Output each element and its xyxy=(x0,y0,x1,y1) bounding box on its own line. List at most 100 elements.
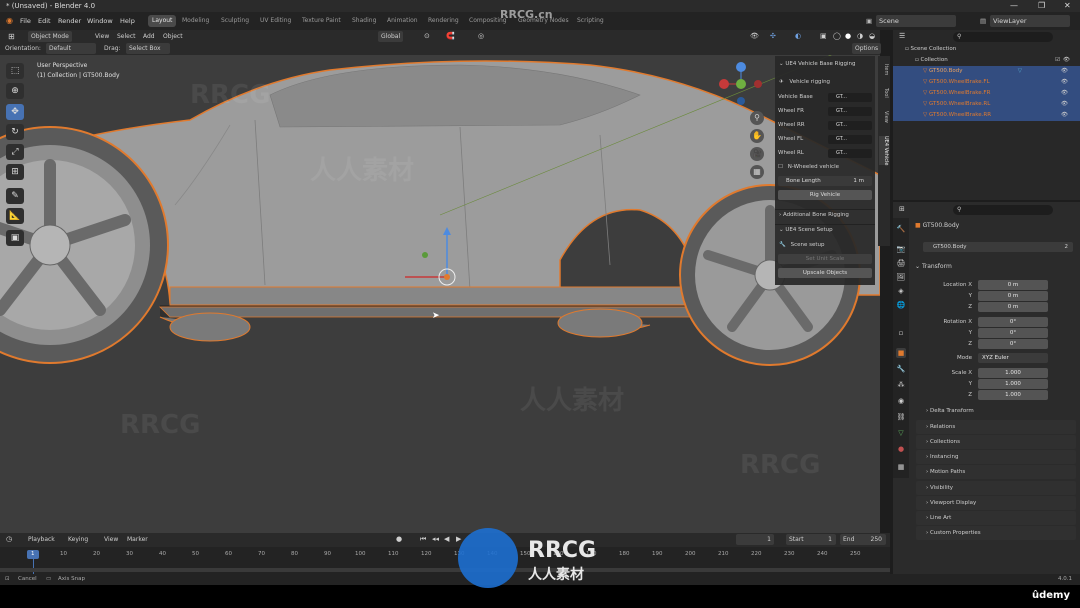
menu-help[interactable]: Help xyxy=(120,12,135,30)
tab-rendering[interactable]: Rendering xyxy=(424,15,463,27)
material-shading-icon[interactable]: ◑ xyxy=(857,31,863,42)
section-viewport-display[interactable]: › Viewport Display xyxy=(916,496,1076,510)
delta-transform-section[interactable]: › Delta Transform xyxy=(926,408,974,414)
wheel-rl-field[interactable]: GT... xyxy=(828,149,872,158)
wireframe-shading-icon[interactable]: ◯ xyxy=(833,31,841,42)
proportional-edit-icon[interactable]: ◎ xyxy=(478,31,484,42)
menu-file[interactable]: File xyxy=(20,12,31,30)
outliner-collection[interactable]: ▫ Collection ☑ 👁 xyxy=(893,55,1080,66)
xray-icon[interactable]: ▣ xyxy=(820,31,827,42)
eye-icon[interactable]: 👁 xyxy=(1061,77,1068,88)
checkbox-icon[interactable]: ☑ xyxy=(1055,55,1060,66)
timeline-editor-icon[interactable]: ◷ xyxy=(6,534,12,545)
menu-render[interactable]: Render xyxy=(58,12,81,30)
tab-scripting[interactable]: Scripting xyxy=(573,15,608,27)
pivot-icon[interactable]: ⊙ xyxy=(424,31,430,42)
minimize-button[interactable]: — xyxy=(1010,0,1018,12)
zoom-icon[interactable]: ⚲ xyxy=(750,111,764,125)
n-wheeled-checkbox[interactable]: ☐ N-Wheeled vehicle xyxy=(775,164,875,170)
object-name-field[interactable]: GT500.Body 2 xyxy=(923,242,1073,252)
tab-layout[interactable]: Layout xyxy=(148,15,177,27)
section-instancing[interactable]: › Instancing xyxy=(916,450,1076,464)
menu-keying[interactable]: Keying xyxy=(68,534,88,545)
outliner-item-brake-rr[interactable]: ▽ GT500.WheelBrake.RR 👁 xyxy=(893,110,1080,121)
location-x-field[interactable]: 0 m xyxy=(978,280,1048,290)
prev-keyframe-icon[interactable]: ◂◂ xyxy=(432,534,439,545)
scale-tool-icon[interactable]: ⤢ xyxy=(6,144,24,160)
tab-uv-editing[interactable]: UV Editing xyxy=(256,15,295,27)
options-button[interactable]: Options xyxy=(852,43,882,54)
tab-compositing[interactable]: Compositing xyxy=(465,15,511,27)
start-frame-field[interactable]: Start 1 xyxy=(786,534,836,545)
menu-view[interactable]: View xyxy=(104,534,118,545)
maximize-button[interactable]: ❐ xyxy=(1038,0,1045,12)
upscale-objects-button[interactable]: Upscale Objects xyxy=(778,268,872,278)
outliner-editor-icon[interactable]: ☰ xyxy=(899,32,905,40)
scene-selector[interactable]: Scene xyxy=(876,15,956,27)
properties-editor-icon[interactable]: ⊞ xyxy=(899,205,905,213)
close-button[interactable]: ✕ xyxy=(1064,0,1071,12)
texture-tab-icon[interactable]: ▦ xyxy=(896,462,906,472)
gizmo-icon[interactable]: ✣ xyxy=(770,31,776,42)
overlay-icon[interactable]: ◐ xyxy=(795,31,801,42)
section-line-art[interactable]: › Line Art xyxy=(916,511,1076,525)
3d-viewport[interactable]: ⚲ ✋ 🎥 ▦ ➤ xyxy=(0,55,880,533)
tab-texture-paint[interactable]: Texture Paint xyxy=(298,15,345,27)
section-additional-bone-rigging[interactable]: › Additional Bone Rigging xyxy=(775,209,875,218)
rotation-y-field[interactable]: 0° xyxy=(978,328,1048,338)
render-tab-icon[interactable]: 📷 xyxy=(896,244,906,254)
section-collections[interactable]: › Collections xyxy=(916,435,1076,449)
constraints-tab-icon[interactable]: ⛓ xyxy=(896,412,906,422)
section-motion-paths[interactable]: › Motion Paths xyxy=(916,465,1076,479)
view-layer-tab-icon[interactable]: 🖼 xyxy=(896,272,906,282)
add-cube-tool-icon[interactable]: ▣ xyxy=(6,230,24,246)
object-tab-icon[interactable]: ■ xyxy=(896,348,906,358)
section-custom-properties[interactable]: › Custom Properties xyxy=(916,526,1076,540)
rotate-tool-icon[interactable]: ↻ xyxy=(6,124,24,140)
menu-edit[interactable]: Edit xyxy=(38,12,51,30)
record-icon[interactable]: ● xyxy=(396,534,402,545)
transform-orientation-selector[interactable]: Global xyxy=(378,31,404,42)
view-layer-selector[interactable]: ViewLayer xyxy=(990,15,1070,27)
bone-length-field[interactable]: Bone Length 1 m xyxy=(778,176,872,186)
eye-icon[interactable]: 👁 xyxy=(1061,66,1068,77)
location-z-field[interactable]: 0 m xyxy=(978,302,1048,312)
tab-modeling[interactable]: Modeling xyxy=(178,15,213,27)
rotation-z-field[interactable]: 0° xyxy=(978,339,1048,349)
rotation-x-field[interactable]: 0° xyxy=(978,317,1048,327)
tab-view[interactable]: View xyxy=(879,111,889,123)
eye-icon[interactable]: 👁 xyxy=(1061,99,1068,110)
editor-type-icon[interactable]: ⊞ xyxy=(8,31,15,42)
world-tab-icon[interactable]: 🌐 xyxy=(896,300,906,310)
properties-search-input[interactable]: ⚲ xyxy=(953,205,1053,215)
tab-ue4-vehicle[interactable]: UE4 Vehicle xyxy=(879,136,889,166)
transform-tool-icon[interactable]: ⊞ xyxy=(6,164,24,180)
orientation-selector[interactable]: Default xyxy=(46,43,96,54)
visibility-icon[interactable]: 👁 xyxy=(750,31,759,42)
outliner-search-input[interactable]: ⚲ xyxy=(953,32,1053,42)
scale-z-field[interactable]: 1.000 xyxy=(978,390,1048,400)
drag-selector[interactable]: Select Box xyxy=(126,43,170,54)
solid-shading-icon[interactable]: ● xyxy=(845,31,851,42)
outliner-item-brake-rl[interactable]: ▽ GT500.WheelBrake.RL 👁 xyxy=(893,99,1080,110)
end-frame-field[interactable]: End 250 xyxy=(840,534,886,545)
section-vehicle-base-rigging[interactable]: ⌄ UE4 Vehicle Base Rigging xyxy=(775,61,875,67)
vehicle-base-field[interactable]: GT... xyxy=(828,93,872,102)
output-tab-icon[interactable]: 🖨 xyxy=(896,258,906,268)
tab-shading[interactable]: Shading xyxy=(348,15,380,27)
data-tab-icon[interactable]: ▽ xyxy=(896,428,906,438)
snap-icon[interactable]: 🧲 xyxy=(446,31,455,42)
wheel-fr-field[interactable]: GT... xyxy=(828,107,872,116)
menu-marker[interactable]: Marker xyxy=(127,534,148,545)
menu-object[interactable]: Object xyxy=(163,31,183,42)
eye-icon[interactable]: 👁 xyxy=(1061,110,1068,121)
rendered-shading-icon[interactable]: ◒ xyxy=(869,31,875,42)
transform-section-header[interactable]: ⌄ Transform xyxy=(915,263,952,270)
scene-tab-icon[interactable]: ◈ xyxy=(896,286,906,296)
set-unit-scale-button[interactable]: Set Unit Scale xyxy=(778,254,872,264)
scale-y-field[interactable]: 1.000 xyxy=(978,379,1048,389)
material-tab-icon[interactable]: ● xyxy=(896,444,906,454)
section-ue4-scene-setup[interactable]: ⌄ UE4 Scene Setup xyxy=(775,224,875,233)
menu-view[interactable]: View xyxy=(95,31,109,42)
eye-icon[interactable]: 👁 xyxy=(1061,88,1068,99)
